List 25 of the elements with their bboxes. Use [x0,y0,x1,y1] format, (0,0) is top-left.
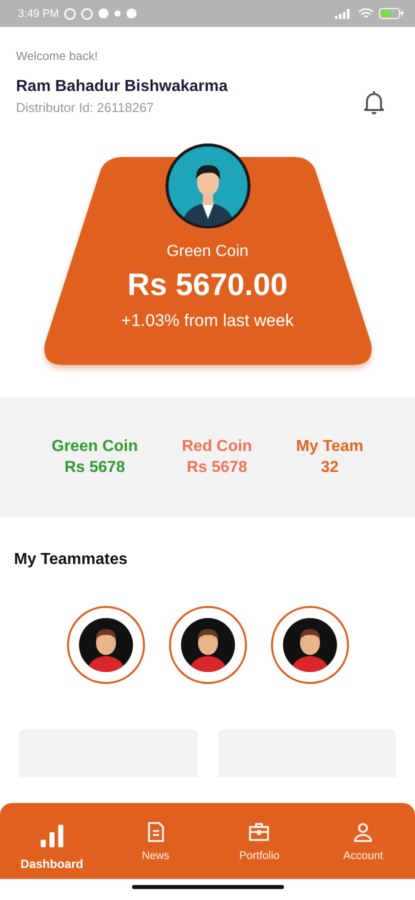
nav-tab[interactable]: Portfolio [214,803,304,879]
stat-value: 32 [320,458,339,478]
section-title: My Teammates [14,551,129,569]
distributor-id: Distributor Id: 26118267 [16,100,155,115]
coin-title: Green Coin [166,243,248,261]
status-time: 3:49 PM [18,8,59,20]
stat-label: Red Coin [182,437,252,457]
nav-tab[interactable]: News [110,803,201,879]
battery-icon [379,8,405,19]
stat-label: My Team [296,437,364,457]
briefcase-icon [247,820,272,844]
stat-value: Rs 5678 [64,458,125,478]
stat-value: Rs 5678 [186,458,248,478]
coin-amount: Rs 5670.00 [127,267,288,303]
user-name: Ram Bahadur Bishwakarma [16,78,228,96]
app-notification-icon [114,10,121,17]
welcome-text: Welcome back! [16,49,99,63]
app-notification-icon [98,8,109,19]
nav-tab[interactable]: Dashboard [6,803,97,879]
notification-bell-icon[interactable] [363,89,385,115]
weekly-change: +1.03% from last week [121,311,294,331]
stat-label: Green Coin [52,437,138,457]
nav-tab[interactable]: Account [318,803,408,879]
app-notification-icon [126,8,137,19]
wifi-icon [358,8,374,20]
